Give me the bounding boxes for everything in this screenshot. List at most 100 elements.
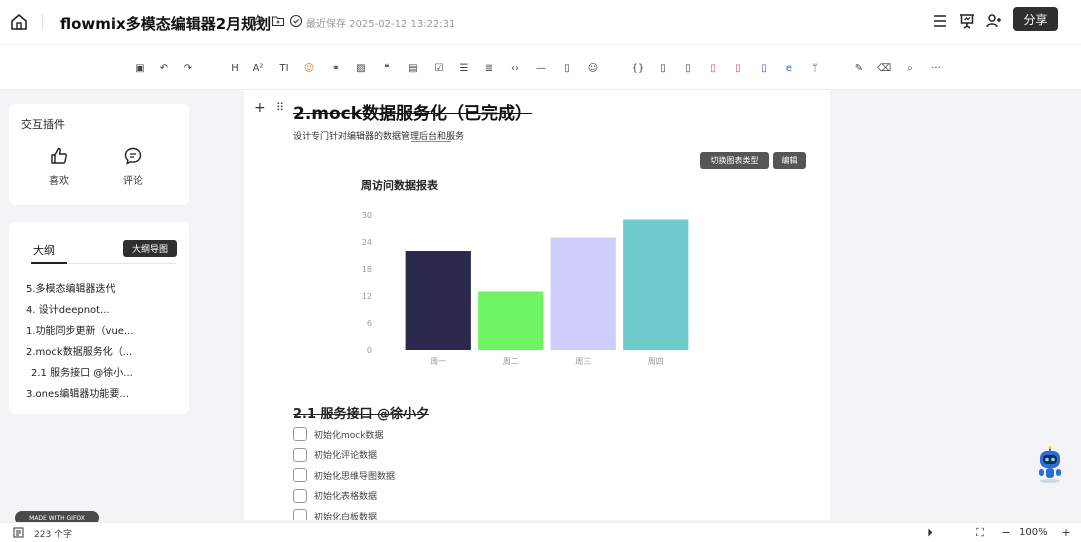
outline-item[interactable]: 5.多模态编辑器迭代 [26, 280, 116, 295]
todo-item: 初始化白板数据 [293, 508, 377, 520]
document-title[interactable]: flowmix多模态编辑器2月规划 [60, 13, 271, 34]
link-icon[interactable]: ⚭ [329, 61, 343, 75]
pdf-icon[interactable]: ▯ [706, 61, 720, 75]
outline-item[interactable]: 4. 设计deepnot... [26, 301, 110, 316]
todo-text[interactable]: 初始化评论数据 [314, 448, 377, 461]
share-button[interactable]: 分享 [1013, 7, 1058, 31]
text-style-icon[interactable]: TI [277, 61, 291, 75]
subsection-heading[interactable]: 2.1 服务接口 @徐小夕 [293, 403, 429, 422]
todo-text[interactable]: 初始化白板数据 [314, 510, 377, 521]
brush-icon[interactable]: ✎ [852, 61, 866, 75]
x-tick-label: 周二 [503, 357, 519, 366]
add-user-icon[interactable] [984, 11, 1004, 31]
star-icon[interactable] [251, 14, 265, 28]
font-size-icon[interactable]: A² [251, 61, 265, 75]
y-tick-label: 30 [362, 211, 372, 220]
bar-3[interactable] [550, 237, 616, 351]
quote-icon[interactable]: ❝ [380, 61, 394, 75]
code-block-icon[interactable]: {} [631, 61, 645, 75]
zoom-in-icon[interactable]: + [1060, 527, 1072, 539]
like-button[interactable]: 喜欢 [39, 146, 79, 187]
spellcheck-underline [411, 141, 451, 142]
bar-4[interactable] [623, 219, 689, 351]
checkbox-icon[interactable]: ☑ [432, 61, 446, 75]
x-tick-label: 周四 [648, 357, 664, 366]
e-icon[interactable]: e [782, 61, 796, 75]
word-icon[interactable]: ▯ [757, 61, 771, 75]
save-icon[interactable]: ▣ [133, 61, 147, 75]
search-icon[interactable]: ⌕ [903, 61, 917, 75]
outline-item[interactable]: 3.ones编辑器功能要... [26, 385, 129, 400]
like-label: 喜欢 [49, 176, 69, 187]
word-count: 223 个字 [34, 530, 73, 540]
comment-icon [124, 147, 142, 165]
zoom-out-icon[interactable]: − [1000, 527, 1012, 539]
y-tick-label: 24 [362, 238, 372, 247]
editor-toolbar: ▣ ↶ ↷ H A² TI ☺ ⚭ ▨ ❝ ▤ ☑ ☰ ≣ ‹› — ▯ ☺ {} ▯ ▯ ▯ ▯ ▯ e ᛘ ✎ ⌫ ⌕ ··· [0, 44, 1081, 90]
todo-item: 初始化思维导图数据 [293, 467, 395, 483]
y-tick-label: 12 [362, 292, 372, 301]
table-icon[interactable]: ▤ [406, 61, 420, 75]
todo-item: 初始化评论数据 [293, 447, 377, 463]
undo-icon[interactable]: ↶ [157, 61, 171, 75]
page-icon[interactable]: ▯ [681, 61, 695, 75]
outline-mindmap-button[interactable]: 大纲导图 [123, 240, 177, 257]
folder-icon[interactable] [271, 14, 285, 28]
ordered-list-icon[interactable]: ≣ [482, 61, 496, 75]
switch-chart-type-button[interactable]: 切换图表类型 [700, 152, 769, 169]
section-heading[interactable]: 2.mock数据服务化（已完成） [293, 99, 532, 124]
play-icon[interactable]: ⏵ [924, 527, 936, 539]
home-icon[interactable] [10, 13, 28, 31]
image-icon[interactable]: ▨ [354, 61, 368, 75]
word-count-icon [13, 527, 24, 538]
status-bar: 223 个字 ⏵ ⛶ − 100% + [0, 522, 1081, 542]
header-divider [42, 14, 43, 30]
menu-list-icon[interactable] [930, 11, 950, 31]
bullet-list-icon[interactable]: ☰ [457, 61, 471, 75]
edit-chart-button[interactable]: 编辑 [773, 152, 806, 169]
branch-icon[interactable]: ᛘ [808, 61, 822, 75]
comment-label: 评论 [123, 176, 143, 187]
code-icon[interactable]: ‹› [508, 61, 522, 75]
outline-panel: 大纲 大纲导图 5.多模态编辑器迭代 4. 设计deepnot... 1.功能同… [9, 222, 189, 414]
heading-icon[interactable]: H [228, 61, 242, 75]
todo-item: 初始化mock数据 [293, 426, 383, 442]
todo-checkbox[interactable] [293, 488, 307, 503]
add-block-icon[interactable]: + [254, 100, 266, 116]
clear-format-icon[interactable]: ⌫ [877, 61, 891, 75]
file-icon[interactable]: ▯ [560, 61, 574, 75]
save-status: 最近保存 2025-02-12 13:22:31 [306, 19, 456, 30]
outline-item[interactable]: 1.功能同步更新（vue... [26, 322, 134, 337]
todo-text[interactable]: 初始化思维导图数据 [314, 469, 395, 482]
emoji-icon[interactable]: ☺ [586, 61, 600, 75]
todo-checkbox[interactable] [293, 509, 307, 520]
ppt-icon[interactable]: ▯ [731, 61, 745, 75]
todo-checkbox[interactable] [293, 468, 307, 482]
todo-checkbox[interactable] [293, 447, 307, 462]
outline-tab-indicator [31, 262, 67, 264]
todo-text[interactable]: 初始化mock数据 [314, 428, 383, 441]
todo-item: 初始化表格数据 [293, 488, 377, 504]
document-canvas: + ⠿ 2.mock数据服务化（已完成） 设计专门针对编辑器的数据管理后台和服务… [244, 90, 830, 520]
comment-button[interactable]: 评论 [113, 146, 153, 187]
plugin-panel: 交互插件 喜欢 评论 [9, 104, 189, 205]
bar-1[interactable] [405, 251, 471, 350]
tab-outline[interactable]: 大纲 [33, 242, 55, 258]
divider-icon[interactable]: — [534, 61, 548, 75]
assistant-robot-icon[interactable] [1034, 446, 1066, 484]
drag-handle-icon[interactable]: ⠿ [276, 101, 284, 114]
y-tick-label: 6 [367, 319, 372, 328]
thumbs-up-icon [51, 147, 67, 164]
redo-icon[interactable]: ↷ [181, 61, 195, 75]
outline-item[interactable]: 2.1 服务接口 @徐小... [31, 364, 133, 379]
bar-2[interactable] [478, 291, 544, 351]
presentation-icon[interactable] [957, 11, 977, 31]
fit-screen-icon[interactable]: ⛶ [974, 527, 986, 539]
outline-item[interactable]: 2.mock数据服务化（... [26, 343, 132, 358]
y-tick-label: 0 [367, 346, 372, 355]
emoji-color-icon[interactable]: ☺ [302, 61, 316, 75]
todo-checkbox[interactable] [293, 427, 307, 441]
more-icon[interactable]: ··· [929, 61, 943, 75]
todo-text[interactable]: 初始化表格数据 [314, 489, 377, 502]
doc-icon[interactable]: ▯ [656, 61, 670, 75]
